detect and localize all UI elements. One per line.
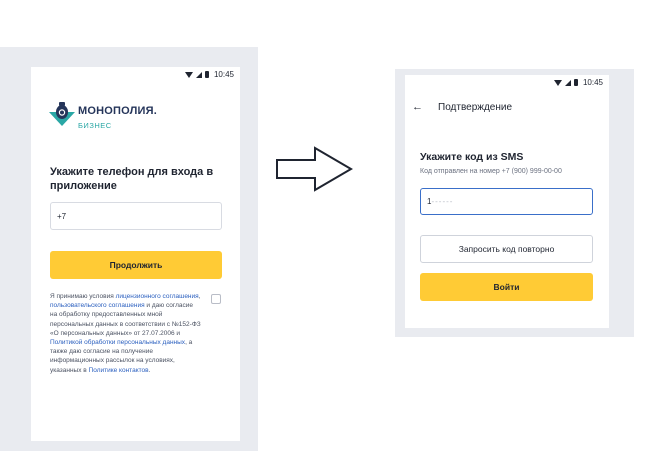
contacts-policy-link[interactable]: Политике контактов xyxy=(89,367,149,374)
sms-code-input[interactable]: 1------ xyxy=(420,188,593,215)
consent-checkbox[interactable] xyxy=(211,294,221,304)
license-agreement-link[interactable]: лицензионного соглашения xyxy=(116,293,199,300)
arrow-left-icon[interactable]: ← xyxy=(412,101,428,113)
arrow-right-outline-icon xyxy=(276,146,353,192)
sms-code-placeholder: ------ xyxy=(431,197,454,206)
signal-icon xyxy=(195,71,202,78)
battery-icon xyxy=(573,79,578,86)
page-title: Подтверждение xyxy=(438,101,513,113)
wifi-icon xyxy=(553,79,562,86)
brand-logo: МОНОПОЛИЯ. БИЗНЕС xyxy=(49,99,157,130)
privacy-policy-link[interactable]: Политикой обработки персональных данных xyxy=(50,339,185,346)
brand-subtitle: БИЗНЕС xyxy=(78,121,112,130)
phone-input[interactable]: +7 xyxy=(50,202,222,230)
login-heading: Укажите телефон для входа в приложение xyxy=(50,166,214,192)
battery-icon xyxy=(204,71,209,78)
confirm-screen-frame: 10:45 ← Подтверждение Укажите код из SMS… xyxy=(395,69,634,337)
status-time: 10:45 xyxy=(582,78,603,87)
wifi-icon xyxy=(184,71,193,78)
sms-heading: Укажите код из SMS xyxy=(420,151,524,163)
status-bar: 10:45 xyxy=(184,70,234,79)
login-button[interactable]: Войти xyxy=(420,273,593,301)
status-bar: 10:45 xyxy=(553,78,603,87)
signal-icon xyxy=(564,79,571,86)
resend-code-button[interactable]: Запросить код повторно xyxy=(420,235,593,263)
brand-name: МОНОПОЛИЯ. xyxy=(78,105,157,117)
continue-button[interactable]: Продолжить xyxy=(50,251,222,279)
login-screen: 10:45 МОНОПОЛИЯ. БИЗНЕС Укажите телефон … xyxy=(31,67,240,441)
status-time: 10:45 xyxy=(213,70,234,79)
login-screen-frame: 10:45 МОНОПОЛИЯ. БИЗНЕС Укажите телефон … xyxy=(0,47,258,451)
user-agreement-link[interactable]: пользовательского соглашения xyxy=(50,302,145,309)
confirm-screen: 10:45 ← Подтверждение Укажите код из SMS… xyxy=(405,75,609,328)
moneybag-logo-icon xyxy=(49,102,75,126)
app-bar: ← Подтверждение xyxy=(405,95,609,119)
code-sent-text: Код отправлен на номер +7 (900) 999-00-0… xyxy=(420,168,562,175)
consent-text: Я принимаю условия лицензионного соглаше… xyxy=(50,293,201,374)
